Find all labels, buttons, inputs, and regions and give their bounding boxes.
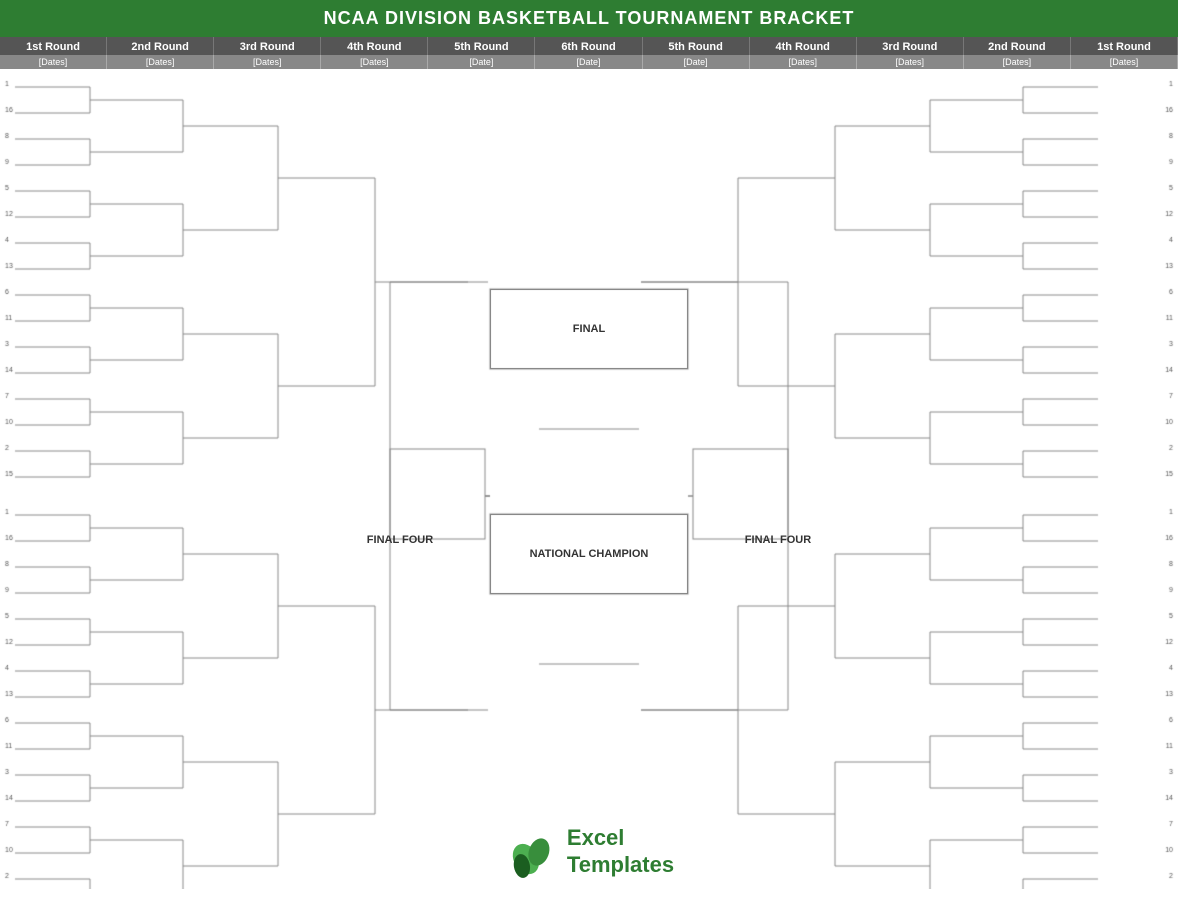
date-4th-right: [Dates] xyxy=(750,55,857,69)
watermark-text: ExcelTemplates xyxy=(567,825,674,878)
national-champion-box: NATIONAL CHAMPION xyxy=(490,514,688,594)
date-5th-right: [Date] xyxy=(643,55,750,69)
header-1st-round-right: 1st Round xyxy=(1071,37,1178,55)
header-4th-round-left: 4th Round xyxy=(321,37,428,55)
final-box: FINAL xyxy=(490,289,688,369)
header-5th-round-right: 5th Round xyxy=(643,37,750,55)
date-2nd-right: [Dates] xyxy=(964,55,1071,69)
final-four-left-label: FINAL FOUR xyxy=(340,534,460,546)
date-5th-left: [Date] xyxy=(428,55,535,69)
watermark: ExcelTemplates xyxy=(504,824,674,879)
date-6th: [Date] xyxy=(535,55,642,69)
final-label: FINAL xyxy=(573,323,605,335)
header-1st-round-left: 1st Round xyxy=(0,37,107,55)
date-1st-left: [Dates] xyxy=(0,55,107,69)
date-3rd-right: [Dates] xyxy=(857,55,964,69)
header-2nd-round-right: 2nd Round xyxy=(964,37,1071,55)
header-3rd-round-left: 3rd Round xyxy=(214,37,321,55)
header-3rd-round-right: 3rd Round xyxy=(857,37,964,55)
national-champion-label: NATIONAL CHAMPION xyxy=(530,548,649,560)
final-four-right-label: FINAL FOUR xyxy=(718,534,838,546)
date-1st-right: [Dates] xyxy=(1071,55,1178,69)
header-4th-round-right: 4th Round xyxy=(750,37,857,55)
page-title: NCAA DIVISION BASKETBALL TOURNAMENT BRAC… xyxy=(324,8,855,28)
header-6th-round: 6th Round xyxy=(535,37,642,55)
date-3rd-left: [Dates] xyxy=(214,55,321,69)
date-2nd-left: [Dates] xyxy=(107,55,214,69)
header-2nd-round-left: 2nd Round xyxy=(107,37,214,55)
header-5th-round-left: 5th Round xyxy=(428,37,535,55)
bracket-area: FINAL NATIONAL CHAMPION FINAL FOUR FINAL… xyxy=(0,69,1178,889)
date-4th-left: [Dates] xyxy=(321,55,428,69)
title-bar: NCAA DIVISION BASKETBALL TOURNAMENT BRAC… xyxy=(0,0,1178,37)
